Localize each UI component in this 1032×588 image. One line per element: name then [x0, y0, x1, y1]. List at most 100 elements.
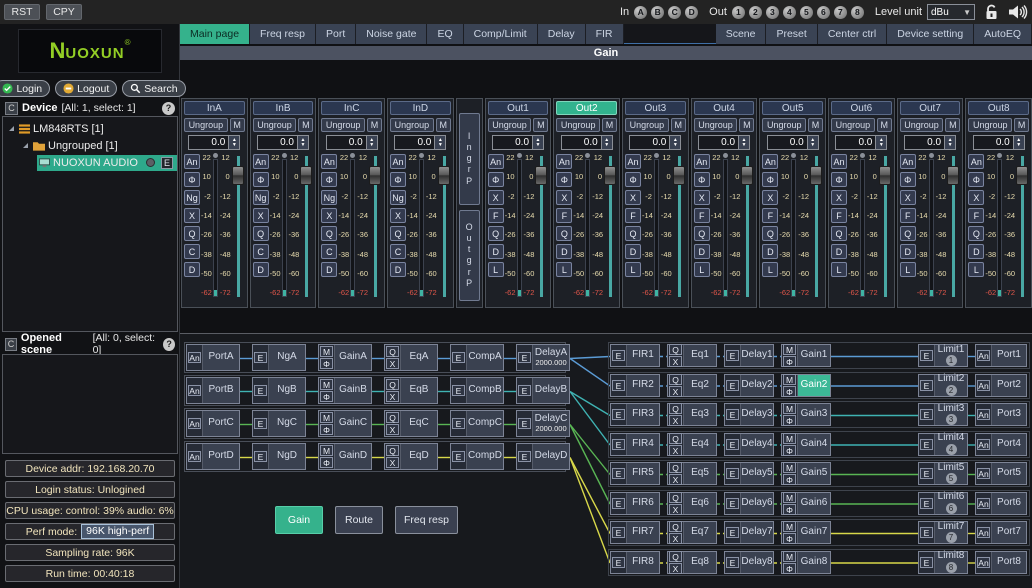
dsp-block-limit5[interactable]: ELimit55 [918, 462, 968, 485]
expand-triangle-icon[interactable] [23, 143, 28, 148]
dsp-block-port1[interactable]: AnPort1 [975, 344, 1027, 367]
spinner-arrows[interactable]: ▲▼ [228, 136, 239, 149]
volume-icon[interactable] [1008, 4, 1028, 20]
dsp-block-gaina[interactable]: MΦGainA [318, 344, 372, 371]
channel-header-inb[interactable]: InB [253, 101, 314, 115]
dsp-block-fir3[interactable]: EFIR3 [610, 403, 660, 426]
ungroup-button-out1[interactable]: Ungroup [488, 118, 532, 132]
dsp-button-q-out7[interactable]: Q [900, 226, 916, 241]
gain-spinner-out2[interactable]: 0.0▲▼ [561, 135, 613, 150]
gain-spinner-out4[interactable]: 0.0▲▼ [698, 135, 750, 150]
dsp-button-φ-ina[interactable]: Φ [184, 172, 200, 187]
channel-header-out8[interactable]: Out8 [968, 101, 1029, 115]
dsp-block-portd[interactable]: AnPortD [186, 443, 240, 470]
dsp-button-q-out3[interactable]: Q [625, 226, 641, 241]
out-badge-2[interactable]: 2 [749, 6, 762, 19]
dsp-block-eq6[interactable]: QXEq6 [667, 492, 717, 515]
dsp-button-an-out7[interactable]: An [900, 154, 916, 169]
channel-header-out4[interactable]: Out4 [694, 101, 755, 115]
out-badge-4[interactable]: 4 [783, 6, 796, 19]
dsp-block-gainc[interactable]: MΦGainC [318, 410, 372, 437]
dsp-button-φ-out5[interactable]: Φ [762, 172, 778, 187]
dsp-button-ng-inc[interactable]: Ng [321, 190, 337, 205]
tab-device-setting[interactable]: Device setting [887, 24, 974, 44]
dsp-button-x-out3[interactable]: X [625, 190, 641, 205]
fader-knob[interactable] [741, 166, 753, 185]
dsp-button-f-out6[interactable]: F [831, 208, 847, 223]
gain-fader-out5[interactable] [809, 154, 823, 297]
expand-triangle-icon[interactable] [9, 126, 14, 131]
channel-header-out1[interactable]: Out1 [488, 101, 549, 115]
tab-freq-resp[interactable]: Freq resp [250, 24, 316, 44]
mute-button-out7[interactable]: M [945, 118, 960, 132]
dsp-button-f-out1[interactable]: F [488, 208, 504, 223]
dsp-button-an-out2[interactable]: An [556, 154, 572, 169]
mute-button-inc[interactable]: M [367, 118, 382, 132]
tree-item-ungrouped-1-[interactable]: Ungrouped [1] [3, 137, 177, 154]
ungroup-button-out5[interactable]: Ungroup [762, 118, 806, 132]
dsp-button-q-out8[interactable]: Q [968, 226, 984, 241]
dsp-button-x-out4[interactable]: X [694, 190, 710, 205]
tab-delay[interactable]: Delay [538, 24, 586, 44]
dsp-button-f-out8[interactable]: F [968, 208, 984, 223]
dsp-button-q-out2[interactable]: Q [556, 226, 572, 241]
ungroup-button-inb[interactable]: Ungroup [253, 118, 297, 132]
fader-knob[interactable] [879, 166, 891, 185]
dsp-button-φ-out1[interactable]: Φ [488, 172, 504, 187]
dsp-block-eqa[interactable]: QXEqA [384, 344, 438, 371]
gain-spinner-out8[interactable]: 0.0▲▼ [973, 135, 1025, 150]
dsp-block-gain7[interactable]: MΦGain7 [781, 521, 831, 544]
spinner-arrows[interactable]: ▲▼ [297, 136, 308, 149]
mute-button-out3[interactable]: M [671, 118, 686, 132]
dsp-block-port3[interactable]: AnPort3 [975, 403, 1027, 426]
fader-knob[interactable] [1016, 166, 1028, 185]
fader-knob[interactable] [604, 166, 616, 185]
spinner-arrows[interactable]: ▲▼ [532, 136, 543, 149]
dsp-block-port2[interactable]: AnPort2 [975, 374, 1027, 397]
gain-spinner-out5[interactable]: 0.0▲▼ [767, 135, 819, 150]
ungroup-button-inc[interactable]: Ungroup [321, 118, 365, 132]
channel-header-out6[interactable]: Out6 [831, 101, 892, 115]
spinner-arrows[interactable]: ▲▼ [366, 136, 377, 149]
gain-fader-out7[interactable] [946, 154, 960, 297]
gain-fader-out2[interactable] [603, 154, 617, 297]
view-button-freq-resp[interactable]: Freq resp [395, 506, 458, 534]
tab-scene[interactable]: Scene [716, 24, 767, 44]
dsp-button-q-out1[interactable]: Q [488, 226, 504, 241]
dsp-block-fir6[interactable]: EFIR6 [610, 492, 660, 515]
dsp-button-an-out4[interactable]: An [694, 154, 710, 169]
dsp-block-delay2[interactable]: EDelay2 [724, 374, 774, 397]
gain-fader-out1[interactable] [534, 154, 548, 297]
dsp-button-l-out8[interactable]: L [968, 262, 984, 277]
tab-preset[interactable]: Preset [766, 24, 817, 44]
gain-spinner-inc[interactable]: 0.0▲▼ [326, 135, 378, 150]
scene-collapse-button[interactable]: C [5, 338, 17, 351]
spinner-arrows[interactable]: ▲▼ [669, 136, 680, 149]
dsp-block-eq3[interactable]: QXEq3 [667, 403, 717, 426]
dsp-button-φ-out4[interactable]: Φ [694, 172, 710, 187]
level-unit-select[interactable]: dBu ▼ [927, 4, 975, 20]
tree-item-lm848rts-1-[interactable]: LM848RTS [1] [3, 120, 177, 137]
gain-fader-out6[interactable] [878, 154, 892, 297]
dsp-button-x-inb[interactable]: X [253, 208, 269, 223]
dsp-button-f-out3[interactable]: F [625, 208, 641, 223]
dsp-block-nga[interactable]: ENgA [252, 344, 306, 371]
dsp-block-delaya[interactable]: EDelayA2000.000 [516, 344, 570, 371]
logout-button[interactable]: Logout [55, 80, 117, 97]
dsp-block-delay6[interactable]: EDelay6 [724, 492, 774, 515]
dsp-block-fir2[interactable]: EFIR2 [610, 374, 660, 397]
login-button[interactable]: Login [0, 80, 50, 97]
dsp-button-c-ina[interactable]: C [184, 244, 200, 259]
dsp-button-φ-out6[interactable]: Φ [831, 172, 847, 187]
dsp-block-delay7[interactable]: EDelay7 [724, 521, 774, 544]
tab-noise-gate[interactable]: Noise gate [356, 24, 427, 44]
out-badge-3[interactable]: 3 [766, 6, 779, 19]
dsp-block-eqd[interactable]: QXEqD [384, 443, 438, 470]
dsp-button-l-out6[interactable]: L [831, 262, 847, 277]
opened-scene-list[interactable] [2, 354, 178, 454]
out-badge-1[interactable]: 1 [732, 6, 745, 19]
mute-button-out5[interactable]: M [808, 118, 823, 132]
scene-help-icon[interactable]: ? [163, 338, 175, 351]
dsp-button-x-out6[interactable]: X [831, 190, 847, 205]
dsp-button-an-inb[interactable]: An [253, 154, 269, 169]
